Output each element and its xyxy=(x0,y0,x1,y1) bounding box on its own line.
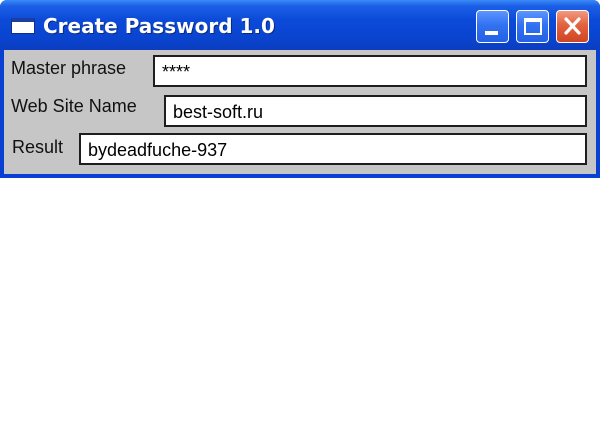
title-bar[interactable]: Create Password 1.0 xyxy=(0,0,600,50)
minimize-icon xyxy=(485,31,498,35)
minimize-button[interactable] xyxy=(476,10,509,43)
window-icon[interactable] xyxy=(11,18,35,34)
web-site-name-label: Web Site Name xyxy=(11,96,137,116)
master-phrase-label: Master phrase xyxy=(11,58,127,78)
web-site-name-input[interactable]: best-soft.ru xyxy=(164,95,587,127)
maximize-button[interactable] xyxy=(516,10,549,43)
web-site-name-row: Web Site Name best-soft.ru xyxy=(4,94,596,128)
close-icon xyxy=(564,17,581,35)
master-phrase-row: Master phrase **** xyxy=(4,55,596,89)
window-title: Create Password 1.0 xyxy=(43,14,275,38)
master-phrase-input[interactable]: **** xyxy=(153,55,587,87)
form-panel: Master phrase **** Web Site Name best-so… xyxy=(4,50,596,174)
result-label: Result xyxy=(12,137,64,157)
maximize-icon xyxy=(524,18,542,35)
result-row: Result bydeadfuche-937 xyxy=(4,133,596,167)
result-field[interactable]: bydeadfuche-937 xyxy=(79,133,587,165)
close-button[interactable] xyxy=(556,10,589,43)
app-window: Create Password 1.0 Master phrase **** W… xyxy=(0,0,600,178)
